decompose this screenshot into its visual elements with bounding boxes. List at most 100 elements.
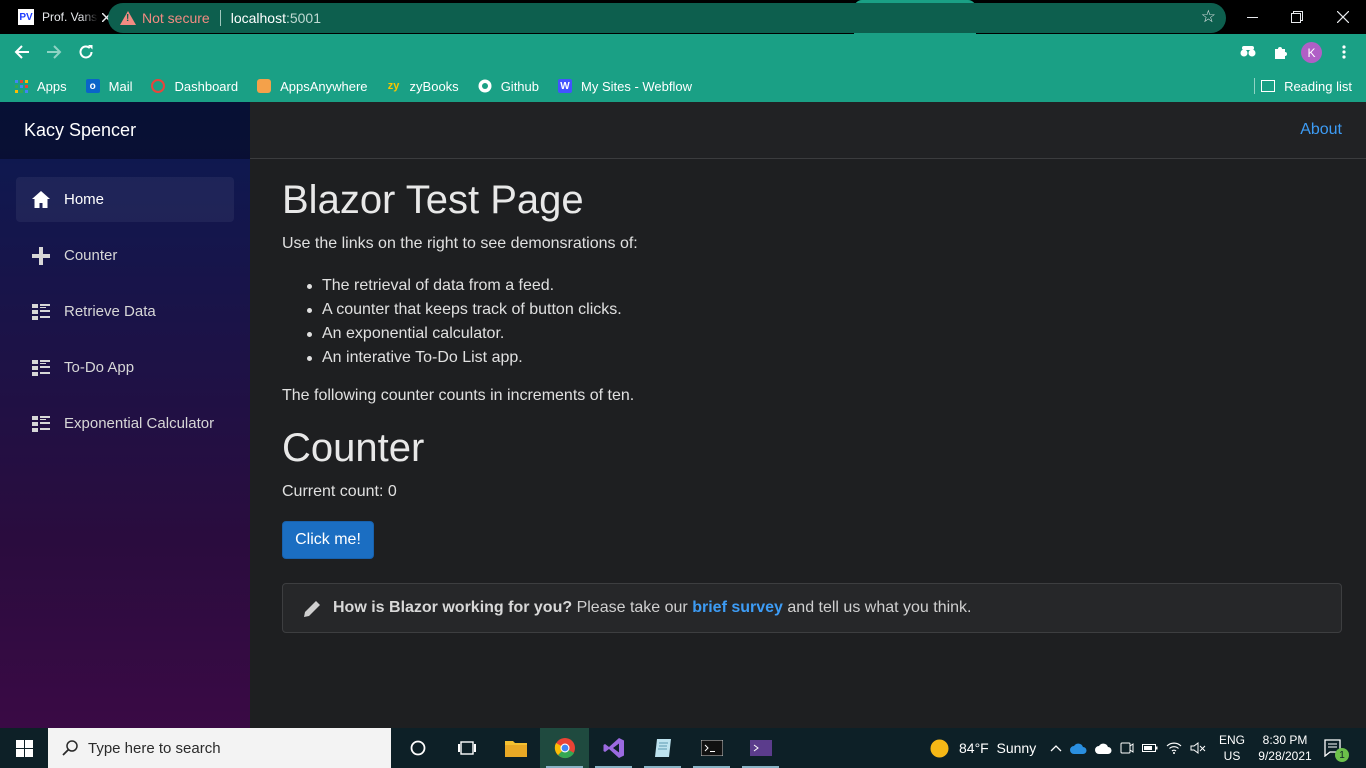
- sidebar: Kacy Spencer Home Counter Retrieve Data …: [0, 102, 250, 728]
- tab-title: Prof. Vanselow: [42, 10, 98, 24]
- close-window-icon[interactable]: [1320, 0, 1366, 34]
- weather-widget[interactable]: 84°F Sunny: [930, 728, 1036, 768]
- site-logo-icon: PV: [18, 9, 34, 25]
- bookmark-webflow[interactable]: W My Sites - Webflow: [558, 79, 692, 94]
- intro-text: Use the links on the right to see demons…: [282, 235, 638, 252]
- warning-icon[interactable]: [120, 11, 136, 25]
- windows-start-icon[interactable]: [0, 728, 48, 768]
- terminal-icon[interactable]: [687, 728, 736, 768]
- page-title: Blazor Test Page: [282, 178, 584, 222]
- survey-question: How is Blazor working for you?: [333, 599, 573, 616]
- minimize-icon[interactable]: [1229, 0, 1275, 34]
- home-icon: [32, 191, 50, 209]
- search-placeholder: Type here to search: [88, 739, 221, 757]
- counter-heading: Counter: [282, 426, 425, 470]
- nav-label: To-Do App: [64, 359, 135, 376]
- nav-label: Counter: [64, 247, 118, 264]
- list-item: An exponential calculator.: [307, 322, 622, 346]
- security-label[interactable]: Not secure: [142, 10, 210, 26]
- extensions-puzzle-icon[interactable]: [1270, 42, 1290, 62]
- task-view-icon[interactable]: [442, 728, 491, 768]
- reading-list-icon: [1261, 80, 1276, 92]
- nav-retrieve-data[interactable]: Retrieve Data: [16, 289, 234, 334]
- nav-exponential-calculator[interactable]: Exponential Calculator: [16, 401, 234, 446]
- chrome-icon[interactable]: [540, 728, 589, 768]
- volume-muted-icon[interactable]: [1190, 742, 1206, 754]
- nav-label: Exponential Calculator: [64, 415, 215, 432]
- region-code: US: [1223, 749, 1241, 763]
- sun-icon: [930, 739, 949, 758]
- nav-todo-app[interactable]: To-Do App: [16, 345, 234, 390]
- bookmark-appsanywhere[interactable]: AppsAnywhere: [257, 79, 368, 94]
- list-icon: [32, 359, 50, 377]
- about-link[interactable]: About: [1300, 121, 1342, 139]
- click-me-button[interactable]: Click me!: [282, 521, 374, 559]
- onedrive-icon[interactable]: [1070, 743, 1087, 754]
- github-icon: [478, 79, 492, 93]
- survey-text-end: and tell us what you think.: [787, 599, 972, 616]
- bookmark-label: Dashboard: [174, 78, 239, 94]
- clock-time: 8:30 PM: [1262, 733, 1308, 747]
- wifi-icon[interactable]: [1166, 742, 1182, 754]
- survey-link[interactable]: brief survey: [692, 599, 783, 617]
- file-explorer-icon[interactable]: [491, 728, 540, 768]
- survey-text: Please take our: [576, 599, 688, 616]
- chrome-menu-icon[interactable]: [1334, 42, 1354, 62]
- zybooks-icon: zy: [387, 80, 400, 92]
- chevron-up-icon[interactable]: [1050, 744, 1062, 752]
- bookmarks-bar: Apps o Mail Dashboard AppsAnywhere zy zy…: [0, 70, 1366, 102]
- back-icon[interactable]: [6, 36, 38, 68]
- reading-list-label: Reading list: [1284, 78, 1352, 94]
- visual-studio-icon[interactable]: [589, 728, 638, 768]
- list-item: A counter that keeps track of button cli…: [307, 298, 622, 322]
- counter-note: The following counter counts in incremen…: [282, 387, 635, 404]
- meet-now-icon[interactable]: [1120, 741, 1134, 755]
- bookmark-dashboard[interactable]: Dashboard: [151, 79, 238, 94]
- nav-counter[interactable]: Counter: [16, 233, 234, 278]
- battery-icon[interactable]: [1142, 742, 1158, 754]
- bookmark-label: My Sites - Webflow: [581, 78, 693, 94]
- brand-link[interactable]: Kacy Spencer: [0, 102, 250, 159]
- bookmark-zybooks[interactable]: zy zyBooks: [387, 79, 459, 94]
- dashboard-icon: [151, 79, 166, 93]
- weather-temp: 84°F: [959, 740, 989, 756]
- notification-center-icon[interactable]: 1: [1324, 728, 1349, 768]
- windows-taskbar: Type here to search 84°F Sunny ENG US 8:…: [0, 728, 1366, 768]
- powershell-icon[interactable]: [736, 728, 785, 768]
- notepad-app-icon[interactable]: [638, 728, 687, 768]
- outlook-icon: o: [85, 79, 100, 93]
- clock[interactable]: 8:30 PM 9/28/2021: [1254, 728, 1316, 768]
- bookmark-star-icon[interactable]: ☆: [1201, 7, 1216, 27]
- list-item: The retrieval of data from a feed.: [307, 274, 622, 298]
- nav-label: Retrieve Data: [64, 303, 156, 320]
- webflow-icon: W: [558, 79, 572, 93]
- profile-avatar[interactable]: K: [1301, 42, 1322, 63]
- list-item: An interative To-Do List app.: [307, 346, 622, 370]
- restore-icon[interactable]: [1274, 0, 1320, 34]
- extension-glasses-icon[interactable]: [1238, 42, 1258, 62]
- browser-tab[interactable]: PV Prof. Vanselow: [0, 0, 122, 34]
- bookmark-mail[interactable]: o Mail: [85, 79, 132, 94]
- feature-list: The retrieval of data from a feed. A cou…: [307, 274, 622, 370]
- reload-icon[interactable]: [70, 36, 102, 68]
- language-indicator[interactable]: ENG US: [1219, 728, 1245, 768]
- reading-list[interactable]: Reading list: [1261, 70, 1352, 102]
- taskbar-search[interactable]: Type here to search: [48, 728, 391, 768]
- bookmark-label: Apps: [37, 78, 67, 94]
- apps-grid-icon: [14, 79, 28, 93]
- bookmark-github[interactable]: Github: [478, 79, 539, 94]
- address-bar[interactable]: Not secure localhost:5001 ☆: [108, 3, 1226, 33]
- forward-icon[interactable]: [38, 36, 70, 68]
- bookmark-label: zyBooks: [409, 78, 459, 94]
- cortana-icon[interactable]: [393, 728, 442, 768]
- nav-home[interactable]: Home: [16, 177, 234, 222]
- current-count: Current count: 0: [282, 483, 397, 500]
- bookmark-apps[interactable]: Apps: [14, 79, 67, 94]
- top-row: About: [250, 102, 1366, 159]
- url-port: :5001: [285, 10, 322, 26]
- url-host: localhost: [230, 10, 286, 26]
- bookmarks-divider: [1254, 78, 1255, 94]
- address-divider: [219, 10, 221, 26]
- onedrive-personal-icon[interactable]: [1095, 743, 1112, 754]
- bookmark-label: Github: [500, 78, 539, 94]
